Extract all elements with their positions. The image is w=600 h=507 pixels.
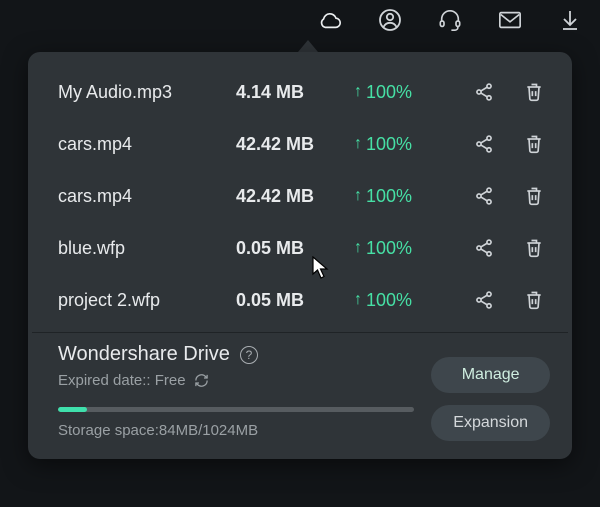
cloud-drive-panel: My Audio.mp3 4.14 MB ↑100% cars.mp4 42.4…	[28, 52, 572, 459]
expansion-button[interactable]: Expansion	[431, 405, 550, 441]
storage-bar	[58, 407, 414, 412]
download-icon[interactable]	[558, 8, 582, 32]
mail-icon[interactable]	[498, 8, 522, 32]
file-row: My Audio.mp3 4.14 MB ↑100%	[32, 66, 568, 118]
upload-arrow-icon: ↑	[354, 83, 362, 101]
file-name: project 2.wfp	[58, 290, 236, 311]
upload-progress: ↑100%	[354, 290, 446, 311]
delete-icon[interactable]	[522, 132, 546, 156]
share-icon[interactable]	[472, 236, 496, 260]
drive-info-section: Wondershare Drive ? Expired date:: Free …	[32, 343, 568, 445]
file-list: My Audio.mp3 4.14 MB ↑100% cars.mp4 42.4…	[32, 66, 568, 326]
top-toolbar	[0, 0, 600, 40]
delete-icon[interactable]	[522, 80, 546, 104]
section-divider	[32, 332, 568, 333]
delete-icon[interactable]	[522, 236, 546, 260]
profile-icon[interactable]	[378, 8, 402, 32]
upload-arrow-icon: ↑	[354, 239, 362, 257]
file-size: 4.14 MB	[236, 82, 354, 103]
file-name: blue.wfp	[58, 238, 236, 259]
file-size: 42.42 MB	[236, 186, 354, 207]
refresh-icon[interactable]	[194, 373, 210, 389]
upload-progress: ↑100%	[354, 186, 446, 207]
file-name: cars.mp4	[58, 134, 236, 155]
upload-arrow-icon: ↑	[354, 291, 362, 309]
upload-progress: ↑100%	[354, 82, 446, 103]
file-name: My Audio.mp3	[58, 82, 236, 103]
file-size: 42.42 MB	[236, 134, 354, 155]
upload-arrow-icon: ↑	[354, 187, 362, 205]
delete-icon[interactable]	[522, 184, 546, 208]
dropdown-pointer	[298, 40, 318, 52]
drive-expiry-label: Expired date:: Free	[58, 372, 186, 389]
file-name: cars.mp4	[58, 186, 236, 207]
share-icon[interactable]	[472, 80, 496, 104]
upload-progress: ↑100%	[354, 134, 446, 155]
share-icon[interactable]	[472, 184, 496, 208]
file-size: 0.05 MB	[236, 290, 354, 311]
manage-button[interactable]: Manage	[431, 357, 550, 393]
file-row: blue.wfp 0.05 MB ↑100%	[32, 222, 568, 274]
upload-arrow-icon: ↑	[354, 135, 362, 153]
share-icon[interactable]	[472, 132, 496, 156]
help-icon[interactable]: ?	[240, 346, 258, 364]
storage-text: Storage space:84MB/1024MB	[58, 422, 414, 439]
file-row: cars.mp4 42.42 MB ↑100%	[32, 170, 568, 222]
cloud-icon[interactable]	[318, 8, 342, 32]
delete-icon[interactable]	[522, 288, 546, 312]
upload-progress: ↑100%	[354, 238, 446, 259]
file-size: 0.05 MB	[236, 238, 354, 259]
support-icon[interactable]	[438, 8, 462, 32]
share-icon[interactable]	[472, 288, 496, 312]
file-row: cars.mp4 42.42 MB ↑100%	[32, 118, 568, 170]
storage-bar-fill	[58, 407, 87, 412]
drive-title: Wondershare Drive	[58, 343, 230, 366]
file-row: project 2.wfp 0.05 MB ↑100%	[32, 274, 568, 326]
